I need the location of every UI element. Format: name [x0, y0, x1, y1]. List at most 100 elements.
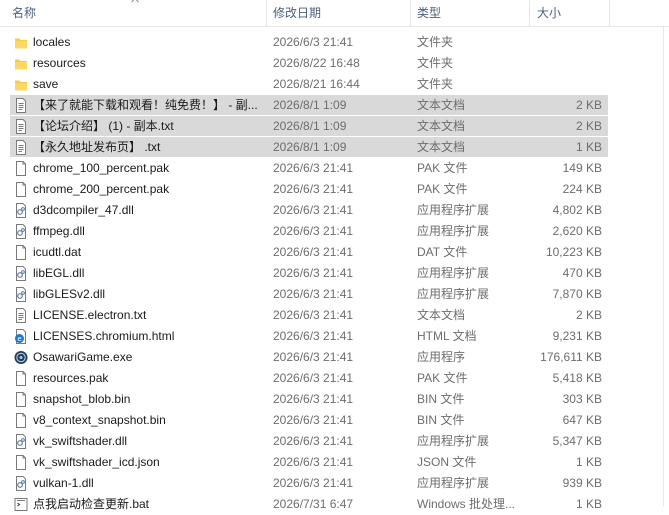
file-modified-date: 2026/6/3 21:41 [273, 392, 354, 406]
file-size: 149 KB [562, 161, 602, 175]
file-name: LICENSE.electron.txt [33, 308, 147, 322]
file-size: 5,418 KB [552, 371, 602, 385]
file-modified-date: 2026/8/22 16:48 [273, 56, 360, 70]
file-row[interactable]: locales 2026/6/3 21:41 文件夹 [0, 32, 669, 53]
file-size: 7,870 KB [552, 287, 602, 301]
file-size: 2 KB [575, 98, 602, 112]
file-row[interactable]: OsawariGame.exe 2026/6/3 21:41 应用程序 176,611… [0, 347, 669, 368]
file-size: 647 KB [562, 413, 602, 427]
file-modified-date: 2026/6/3 21:41 [273, 245, 354, 259]
file-name: save [33, 77, 59, 91]
file-row[interactable]: resources 2026/8/22 16:48 文件夹 [0, 53, 669, 74]
file-modified-date: 2026/8/1 1:09 [273, 140, 347, 154]
file-modified-date: 2026/6/3 21:41 [273, 287, 354, 301]
file-modified-date: 2026/6/3 21:41 [273, 371, 354, 385]
file-name: 【永久地址发布页】 .txt [33, 140, 161, 154]
file-icon [14, 392, 28, 407]
file-row[interactable]: snapshot_blob.bin 2026/6/3 21:41 BIN 文件 303… [0, 389, 669, 410]
dll-file-icon [14, 203, 28, 218]
file-icon [14, 413, 28, 428]
file-modified-date: 2026/6/3 21:41 [273, 350, 354, 364]
column-header-modified[interactable]: 修改日期 [273, 0, 408, 26]
file-type: HTML 文档 [417, 329, 477, 343]
file-size: 224 KB [562, 182, 602, 196]
file-row[interactable]: vulkan-1.dll 2026/6/3 21:41 应用程序扩展 939 KB [0, 473, 669, 494]
file-modified-date: 2026/6/3 21:41 [273, 329, 354, 343]
file-modified-date: 2026/6/3 21:41 [273, 266, 354, 280]
batch-file-icon [14, 497, 28, 512]
file-size: 1 KB [575, 140, 602, 154]
file-icon [14, 245, 28, 260]
file-row[interactable]: LICENSE.electron.txt 2026/6/3 21:41 文本文档 2 … [0, 305, 669, 326]
dll-file-icon [14, 434, 28, 449]
file-row[interactable]: resources.pak 2026/6/3 21:41 PAK 文件 5,418 K… [0, 368, 669, 389]
file-size: 470 KB [562, 266, 602, 280]
file-row[interactable]: libGLESv2.dll 2026/6/3 21:41 应用程序扩展 7,870 K… [0, 284, 669, 305]
file-row[interactable]: libEGL.dll 2026/6/3 21:41 应用程序扩展 470 KB [0, 263, 669, 284]
scrollbar-track[interactable] [663, 26, 664, 506]
column-header-bar: 名称 修改日期 类型 大小 [0, 0, 669, 27]
file-row[interactable]: chrome_200_percent.pak 2026/6/3 21:41 PAK … [0, 179, 669, 200]
file-name: 【论坛介绍】 (1) - 副本.txt [33, 119, 174, 133]
file-name: icudtl.dat [33, 245, 82, 259]
svg-text:e: e [17, 335, 21, 343]
file-size [530, 53, 602, 74]
file-modified-date: 2026/6/3 21:41 [273, 224, 354, 238]
file-row[interactable]: d3dcompiler_47.dll 2026/6/3 21:41 应用程序扩展 4,… [0, 200, 669, 221]
column-divider[interactable] [410, 0, 411, 26]
file-type: 应用程序扩展 [417, 266, 490, 280]
file-row[interactable]: 【论坛介绍】 (1) - 副本.txt 2026/8/1 1:09 文本文档 2 KB [0, 116, 669, 137]
file-row[interactable]: save 2026/8/21 16:44 文件夹 [0, 74, 669, 95]
file-type: 文本文档 [417, 98, 466, 112]
file-size [530, 74, 602, 95]
column-header-size[interactable]: 大小 [537, 0, 607, 26]
folder-icon [14, 35, 28, 50]
file-row[interactable]: 点我启动检查更新.bat 2026/7/31 6:47 Windows 批处理...… [0, 494, 669, 515]
file-type: 应用程序扩展 [417, 203, 490, 217]
file-row[interactable]: e LICENSES.chromium.html 2026/6/3 21:41 HTM… [0, 326, 669, 347]
dll-file-icon [14, 287, 28, 302]
column-header-type[interactable]: 类型 [417, 0, 527, 26]
dll-file-icon [14, 476, 28, 491]
app-exe-icon [14, 350, 28, 365]
file-name: v8_context_snapshot.bin [33, 413, 166, 427]
file-type: BIN 文件 [417, 413, 465, 427]
file-row[interactable]: vk_swiftshader.dll 2026/6/3 21:41 应用程序扩展 5,… [0, 431, 669, 452]
file-name: OsawariGame.exe [33, 350, 133, 364]
file-type: 应用程序扩展 [417, 287, 490, 301]
column-divider[interactable] [609, 0, 610, 26]
file-name: chrome_100_percent.pak [33, 161, 170, 175]
text-file-icon [14, 140, 28, 155]
file-icon [14, 455, 28, 470]
file-row[interactable]: chrome_100_percent.pak 2026/6/3 21:41 PAK … [0, 158, 669, 179]
text-file-icon [14, 308, 28, 323]
file-size: 10,223 KB [545, 245, 602, 259]
file-row[interactable]: 【来了就能下载和观看！纯免费！】 - 副... 2026/8/1 1:09 文本文档… [0, 95, 669, 116]
file-size: 4,802 KB [552, 203, 602, 217]
file-modified-date: 2026/6/3 21:41 [273, 455, 354, 469]
folder-icon [14, 77, 28, 92]
file-size: 1 KB [575, 455, 602, 469]
file-name: 【来了就能下载和观看！纯免费！】 - 副... [33, 98, 258, 112]
html-file-icon: e [14, 329, 28, 344]
column-header-name[interactable]: 名称 [12, 0, 267, 26]
file-name: d3dcompiler_47.dll [33, 203, 134, 217]
column-divider[interactable] [529, 0, 530, 26]
file-name: libEGL.dll [33, 266, 85, 280]
file-row[interactable]: ffmpeg.dll 2026/6/3 21:41 应用程序扩展 2,620 KB [0, 221, 669, 242]
file-row[interactable]: v8_context_snapshot.bin 2026/6/3 21:41 BIN… [0, 410, 669, 431]
file-name: locales [33, 35, 71, 49]
file-type: 文件夹 [417, 77, 454, 91]
file-type: PAK 文件 [417, 161, 468, 175]
file-row[interactable]: icudtl.dat 2026/6/3 21:41 DAT 文件 10,223 KB [0, 242, 669, 263]
file-icon [14, 182, 28, 197]
column-divider[interactable] [266, 0, 267, 26]
file-name: LICENSES.chromium.html [33, 329, 175, 343]
file-type: 文本文档 [417, 308, 466, 322]
file-row[interactable]: vk_swiftshader_icd.json 2026/6/3 21:41 JSO… [0, 452, 669, 473]
file-type: Windows 批处理... [417, 497, 516, 511]
file-modified-date: 2026/6/3 21:41 [273, 35, 354, 49]
file-size: 939 KB [562, 476, 602, 490]
file-row[interactable]: 【永久地址发布页】 .txt 2026/8/1 1:09 文本文档 1 KB [0, 137, 669, 158]
file-size: 2 KB [575, 308, 602, 322]
